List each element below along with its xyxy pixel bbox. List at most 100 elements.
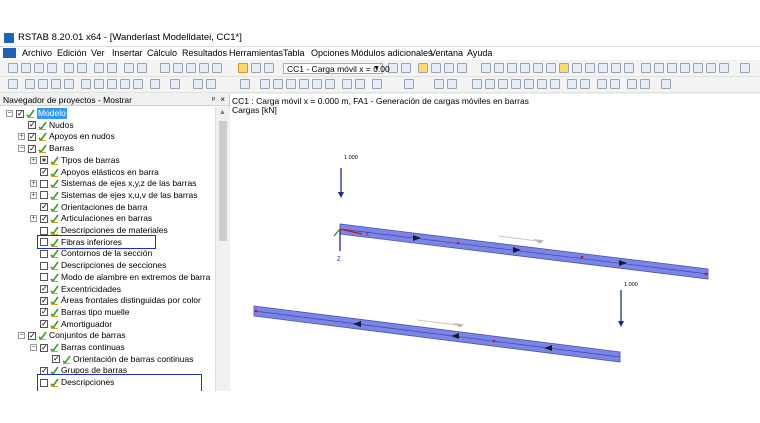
tree-item-orientaciones-de-barra[interactable]: ✓ Orientaciones de barra <box>0 202 214 213</box>
model-graphic[interactable]: 1.000 1.000 X Z <box>230 94 760 391</box>
expand-icon[interactable]: + <box>18 133 25 141</box>
tree-item-amortiguador[interactable]: ✓ Amortiguador <box>0 319 214 330</box>
collapse-icon[interactable]: − <box>6 110 13 117</box>
next-load-case-icon[interactable] <box>401 63 411 73</box>
copy-icon[interactable] <box>107 63 117 73</box>
visibility-checkbox[interactable]: ✓ <box>40 296 48 305</box>
delete-icon[interactable] <box>680 63 690 73</box>
print-icon[interactable] <box>64 63 74 73</box>
expand-icon[interactable]: + <box>30 215 37 223</box>
node-point[interactable] <box>704 272 708 276</box>
move-icon[interactable] <box>494 63 504 73</box>
visibility-checkbox[interactable] <box>40 226 48 235</box>
node-point[interactable] <box>580 255 584 259</box>
render-mode-icon[interactable] <box>240 79 250 89</box>
settings-icon[interactable] <box>199 63 209 73</box>
rotate-icon[interactable] <box>507 63 517 73</box>
visibility-checkbox[interactable]: ✓ <box>40 308 48 317</box>
redo-icon[interactable] <box>137 63 147 73</box>
lock-icon[interactable] <box>654 63 664 73</box>
visibility-checkbox[interactable]: ✓ <box>28 144 36 153</box>
hinge-icon[interactable] <box>51 79 61 89</box>
results-diagram-icon[interactable] <box>640 79 650 89</box>
result-mt-icon[interactable] <box>524 79 534 89</box>
filter-icon[interactable] <box>706 63 716 73</box>
zoom-all-icon[interactable] <box>585 63 595 73</box>
view-icon[interactable] <box>559 63 569 73</box>
stresses-icon[interactable] <box>597 79 607 89</box>
animation-icon[interactable] <box>661 79 671 89</box>
visibility-checkbox[interactable]: ✓ <box>40 203 48 212</box>
show-hide-icon[interactable] <box>286 79 296 89</box>
menu-archivo[interactable]: Archivo <box>22 48 52 58</box>
imposed-deformation-icon[interactable] <box>107 79 117 89</box>
tree-item-contornos[interactable]: Contornos de la sección <box>0 248 214 259</box>
printout-icon[interactable] <box>94 63 104 73</box>
result-combinations-icon[interactable] <box>372 79 382 89</box>
view-x-icon[interactable] <box>598 63 608 73</box>
display-panel-icon[interactable] <box>238 63 248 73</box>
display-options-icon[interactable] <box>404 79 414 89</box>
menu-herramientas[interactable]: Herramientas <box>229 48 283 58</box>
visibility-checkbox[interactable]: ✓ <box>40 214 48 223</box>
tree-item-areas-frontales[interactable]: ✓ Áreas frontales distinguidas por color <box>0 295 214 306</box>
result-my-icon[interactable] <box>537 79 547 89</box>
collapse-icon[interactable]: − <box>18 332 25 340</box>
visibility-checkbox[interactable] <box>40 261 48 270</box>
clip-icon[interactable] <box>273 79 283 89</box>
results-icon[interactable] <box>186 63 196 73</box>
visibility-checkbox[interactable] <box>40 179 48 188</box>
node-point[interactable] <box>492 339 496 343</box>
tree-item-ejes-xuv[interactable]: + Sistemas de ejes x,u,v de las barras <box>0 190 214 201</box>
visibility-checkbox[interactable]: ✓ <box>40 168 48 176</box>
visibility-checkbox[interactable]: ✓ <box>40 320 48 329</box>
tree-item-orientacion-barras-continuas[interactable]: ✓ Orientación de barras continuas <box>0 354 214 365</box>
node-point[interactable] <box>456 241 460 245</box>
support-reactions-icon[interactable] <box>567 79 577 89</box>
document-menu-icon[interactable] <box>3 48 16 58</box>
section-view-icon[interactable] <box>260 79 270 89</box>
nodal-load-icon[interactable] <box>81 79 91 89</box>
tree-item-apoyos-elasticos[interactable]: ✓ Apoyos elásticos en barra <box>0 167 214 178</box>
member-icon[interactable] <box>25 79 35 89</box>
visibility-checkbox[interactable]: ✓ <box>28 331 36 340</box>
menu-calculo[interactable]: Cálculo <box>147 48 177 58</box>
node-icon[interactable] <box>8 79 18 89</box>
nodal-results-icon[interactable] <box>447 79 457 89</box>
pin-icon[interactable]: ᵖ <box>212 94 215 106</box>
snap-icon[interactable] <box>546 63 556 73</box>
visibility-checkbox[interactable] <box>40 156 48 165</box>
mirror-icon[interactable] <box>520 63 530 73</box>
visibility-checkbox[interactable]: ✓ <box>40 285 48 293</box>
navigator-icon[interactable] <box>264 63 274 73</box>
search-icon[interactable] <box>641 63 651 73</box>
excel-icon[interactable] <box>740 63 750 73</box>
show-results-icon[interactable] <box>418 63 428 73</box>
select-icon[interactable] <box>481 63 491 73</box>
scroll-thumb[interactable] <box>219 121 227 241</box>
close-icon[interactable]: × <box>220 94 225 106</box>
tree-item-barras-continuas[interactable]: − ✓ Barras continuas <box>0 342 214 353</box>
result-n-icon[interactable] <box>485 79 495 89</box>
expand-icon[interactable]: + <box>30 156 37 164</box>
collapse-icon[interactable]: − <box>18 145 25 153</box>
tree-item-nudos[interactable]: ✓ Nudos <box>0 120 214 131</box>
visibility-checkbox[interactable] <box>40 273 48 282</box>
menu-ver[interactable]: Ver <box>91 48 105 58</box>
deformation-icon[interactable] <box>431 63 441 73</box>
tree-item-apoyos-en-nudos[interactable]: + ✓ Apoyos en nudos <box>0 131 214 142</box>
dimension-icon[interactable] <box>150 79 160 89</box>
result-mz-icon[interactable] <box>550 79 560 89</box>
edit-icon[interactable] <box>160 63 170 73</box>
print-report-icon[interactable] <box>77 63 87 73</box>
coordinate-system-icon[interactable] <box>170 79 180 89</box>
perspective-icon[interactable] <box>325 79 335 89</box>
tree-item-conjuntos-de-barras[interactable]: − ✓ Conjuntos de barras <box>0 330 214 341</box>
visibility-checkbox[interactable] <box>40 191 48 200</box>
tree-item-barras-tipo-muelle[interactable]: ✓ Barras tipo muelle <box>0 307 214 318</box>
menu-modulos-adicionales[interactable]: Módulos adicionales <box>351 48 433 58</box>
visibility-checkbox[interactable] <box>40 249 48 258</box>
section-icon[interactable] <box>64 79 74 89</box>
visibility-icon[interactable] <box>693 63 703 73</box>
expand-icon[interactable]: + <box>30 191 37 199</box>
